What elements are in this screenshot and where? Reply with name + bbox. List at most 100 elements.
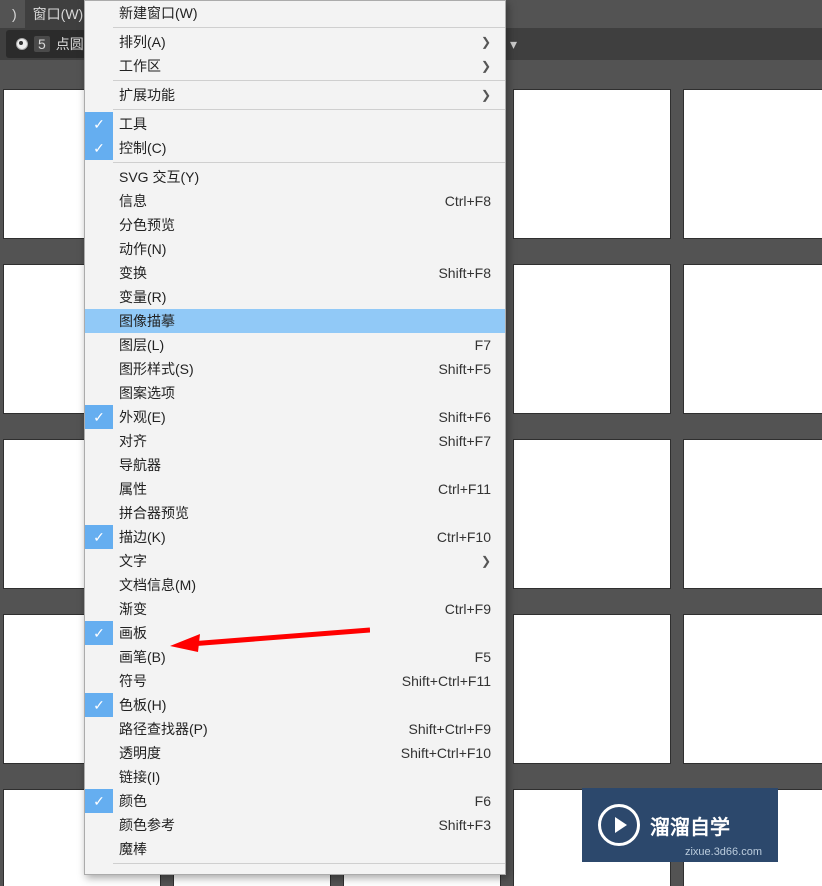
artboard[interactable] (684, 440, 822, 588)
menu-flattener[interactable]: 拼合器预览 (85, 501, 505, 525)
menu-workspace[interactable]: 工作区 ❯ (85, 54, 505, 78)
menu-shortcut: Shift+F3 (438, 817, 505, 833)
menu-label: 动作(N) (113, 239, 505, 259)
artboard[interactable] (514, 615, 670, 763)
check-icon: ✓ (85, 136, 113, 160)
check-slot (85, 453, 113, 477)
menu-shortcut: Ctrl+F9 (445, 601, 505, 617)
check-slot (85, 30, 113, 54)
menu-label: 导航器 (113, 455, 505, 475)
check-slot (85, 261, 113, 285)
menu-stroke[interactable]: ✓ 描边(K) Ctrl+F10 (85, 525, 505, 549)
menu-label: 图案选项 (113, 383, 505, 403)
menu-actions[interactable]: 动作(N) (85, 237, 505, 261)
menu-color[interactable]: ✓ 颜色 F6 (85, 789, 505, 813)
submenu-arrow-icon: ❯ (481, 59, 505, 73)
menu-label: 画笔(B) (113, 647, 475, 667)
menu-symbols[interactable]: 符号 Shift+Ctrl+F11 (85, 669, 505, 693)
menu-new-window[interactable]: 新建窗口(W) (85, 1, 505, 25)
check-slot (85, 717, 113, 741)
menu-shortcut: Shift+F6 (438, 409, 505, 425)
menu-item-window[interactable]: 窗口(W) (25, 0, 92, 28)
check-slot (85, 501, 113, 525)
menu-color-guide[interactable]: 颜色参考 Shift+F3 (85, 813, 505, 837)
submenu-arrow-icon: ❯ (481, 554, 505, 568)
menu-navigator[interactable]: 导航器 (85, 453, 505, 477)
check-slot (85, 237, 113, 261)
menu-tools[interactable]: ✓ 工具 (85, 112, 505, 136)
menu-separation-preview[interactable]: 分色预览 (85, 213, 505, 237)
menu-pathfinder[interactable]: 路径查找器(P) Shift+Ctrl+F9 (85, 717, 505, 741)
check-slot (85, 597, 113, 621)
menu-extensions[interactable]: 扩展功能 ❯ (85, 83, 505, 107)
menu-appearance[interactable]: ✓ 外观(E) Shift+F6 (85, 405, 505, 429)
menu-pattern-options[interactable]: 图案选项 (85, 381, 505, 405)
menu-label: SVG 交互(Y) (113, 167, 505, 187)
menu-info[interactable]: 信息 Ctrl+F8 (85, 189, 505, 213)
menu-variables[interactable]: 变量(R) (85, 285, 505, 309)
menu-label: 工具 (113, 114, 505, 134)
menu-item-fragment[interactable]: ) (4, 2, 25, 26)
check-slot (85, 1, 113, 25)
check-slot (85, 285, 113, 309)
artboard[interactable] (684, 265, 822, 413)
menu-artboards[interactable]: ✓ 画板 (85, 621, 505, 645)
artboard[interactable] (684, 615, 822, 763)
check-icon: ✓ (85, 693, 113, 717)
dropdown-icon[interactable]: ▾ (510, 36, 517, 53)
menu-label: 透明度 (113, 743, 401, 763)
menu-type[interactable]: 文字 ❯ (85, 549, 505, 573)
artboard[interactable] (684, 90, 822, 238)
menu-image-trace[interactable]: 图像描摹 (85, 309, 505, 333)
menu-control[interactable]: ✓ 控制(C) (85, 136, 505, 160)
menu-shortcut: Shift+F7 (438, 433, 505, 449)
check-slot (85, 549, 113, 573)
menu-label: 变换 (113, 263, 438, 283)
artboard[interactable] (514, 265, 670, 413)
tab-number: 5 (34, 36, 50, 52)
check-slot (85, 381, 113, 405)
menu-shortcut: Shift+Ctrl+F11 (402, 673, 505, 689)
menu-shortcut: Shift+F5 (438, 361, 505, 377)
menu-attributes[interactable]: 属性 Ctrl+F11 (85, 477, 505, 501)
menu-label: 外观(E) (113, 407, 438, 427)
menu-swatches[interactable]: ✓ 色板(H) (85, 693, 505, 717)
menu-gradient[interactable]: 渐变 Ctrl+F9 (85, 597, 505, 621)
menu-align[interactable]: 对齐 Shift+F7 (85, 429, 505, 453)
check-slot (85, 333, 113, 357)
menu-label: 工作区 (113, 56, 481, 76)
artboard[interactable] (514, 90, 670, 238)
check-slot (85, 837, 113, 861)
menu-separator (113, 863, 505, 864)
menu-label: 对齐 (113, 431, 438, 451)
menu-graphic-styles[interactable]: 图形样式(S) Shift+F5 (85, 357, 505, 381)
menu-label: 拼合器预览 (113, 503, 505, 523)
menu-separator (113, 80, 505, 81)
check-slot (85, 741, 113, 765)
check-icon: ✓ (85, 789, 113, 813)
menu-label: 变量(R) (113, 287, 505, 307)
menu-transform[interactable]: 变换 Shift+F8 (85, 261, 505, 285)
check-slot (85, 429, 113, 453)
radio-icon (16, 38, 28, 50)
menu-transparency[interactable]: 透明度 Shift+Ctrl+F10 (85, 741, 505, 765)
menu-separator (113, 109, 505, 110)
menu-shortcut: Ctrl+F10 (437, 529, 505, 545)
menu-arrange[interactable]: 排列(A) ❯ (85, 30, 505, 54)
artboard[interactable] (514, 440, 670, 588)
menu-label: 图形样式(S) (113, 359, 438, 379)
menu-links[interactable]: 链接(I) (85, 765, 505, 789)
menu-shortcut: F6 (475, 793, 505, 809)
menu-label: 颜色参考 (113, 815, 438, 835)
menu-label: 扩展功能 (113, 85, 481, 105)
menu-magic-wand[interactable]: 魔棒 (85, 837, 505, 861)
menu-layers[interactable]: 图层(L) F7 (85, 333, 505, 357)
menu-svg-interactivity[interactable]: SVG 交互(Y) (85, 165, 505, 189)
menu-brushes[interactable]: 画笔(B) F5 (85, 645, 505, 669)
submenu-arrow-icon: ❯ (481, 35, 505, 49)
menu-label: 魔棒 (113, 839, 505, 859)
menu-doc-info[interactable]: 文档信息(M) (85, 573, 505, 597)
menu-shortcut: F7 (475, 337, 505, 353)
check-slot (85, 357, 113, 381)
check-slot (85, 189, 113, 213)
